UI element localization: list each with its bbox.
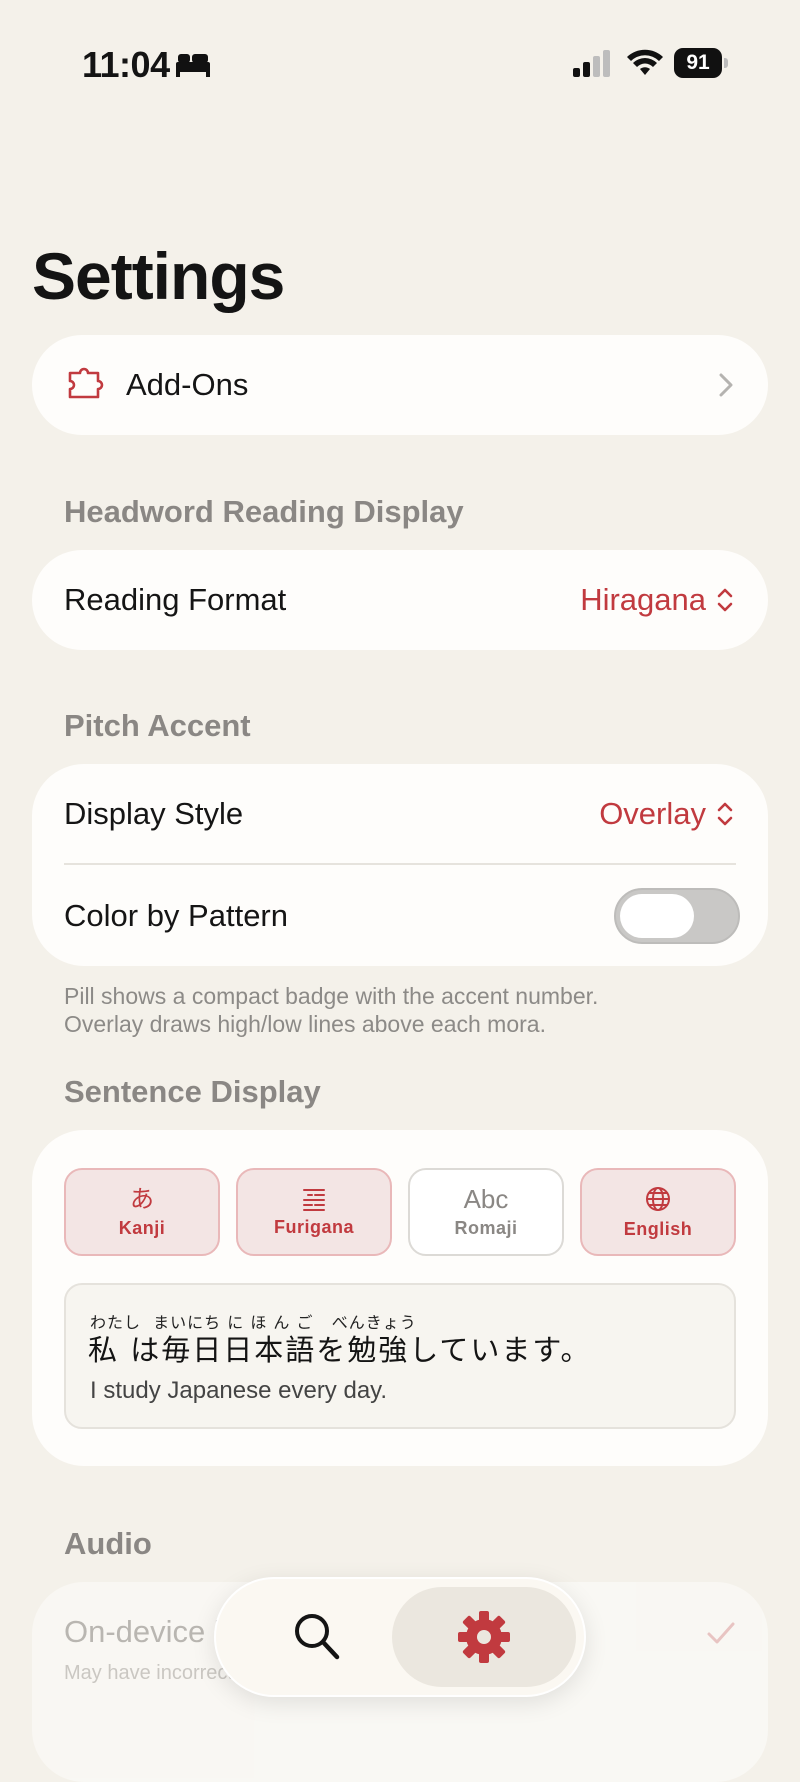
display-style-value: Overlay xyxy=(599,796,706,831)
color-by-pattern-label: Color by Pattern xyxy=(64,898,288,933)
english-toggle[interactable]: English xyxy=(580,1168,736,1256)
chevron-up-down-icon xyxy=(717,588,733,612)
color-by-pattern-toggle[interactable] xyxy=(614,888,740,944)
addons-label: Add-Ons xyxy=(126,367,249,402)
sentence-section-title: Sentence Display xyxy=(64,1074,321,1109)
sentence-preview: わたし まいにち に ほ ん ご べんきょう 私 は毎日日本語を勉強しています。… xyxy=(64,1283,736,1429)
globe-icon xyxy=(646,1186,670,1211)
pitch-footnote-line1: Pill shows a compact badge with the acce… xyxy=(64,983,599,1009)
battery-indicator: 91 xyxy=(674,48,730,78)
battery-level: 91 xyxy=(674,48,722,78)
chevron-up-down-icon xyxy=(717,802,733,826)
abc-icon: Abc xyxy=(463,1183,509,1214)
bed-icon xyxy=(176,54,210,77)
cellular-signal-icon xyxy=(573,50,610,77)
search-icon[interactable] xyxy=(292,1611,342,1663)
reading-format-value: Hiragana xyxy=(580,582,706,617)
wifi-icon xyxy=(627,49,663,75)
audio-option-sub: May have incorrect xyxy=(64,1662,233,1684)
display-style-picker[interactable]: Overlay xyxy=(599,796,734,832)
furigana-lines-icon xyxy=(303,1188,325,1211)
puzzle-icon xyxy=(68,367,104,399)
headword-section-title: Headword Reading Display xyxy=(64,494,464,529)
kanji-toggle[interactable]: あ Kanji xyxy=(64,1168,220,1256)
pitch-footnote-line2: Overlay draws high/low lines above each … xyxy=(64,1011,546,1037)
kanji-label: Kanji xyxy=(118,1217,166,1238)
furigana-toggle[interactable]: Furigana xyxy=(236,1168,392,1256)
divider xyxy=(64,863,736,865)
english-label: English xyxy=(623,1218,693,1239)
tab-bar xyxy=(214,1577,586,1697)
romaji-toggle[interactable]: Abc Romaji xyxy=(408,1168,564,1256)
chevron-right-icon xyxy=(719,373,733,397)
reading-format-picker[interactable]: Hiragana xyxy=(580,582,734,618)
preview-japanese: 私 は毎日日本語を勉強しています。 xyxy=(88,1333,592,1367)
gear-icon[interactable] xyxy=(456,1609,512,1665)
addons-row[interactable]: Add-Ons xyxy=(32,335,768,435)
toggle-knob xyxy=(620,894,694,938)
reading-format-row[interactable]: Reading Format Hiragana xyxy=(32,550,768,650)
page-title: Settings xyxy=(32,239,285,313)
hiragana-a-icon: あ xyxy=(130,1184,154,1213)
checkmark-icon xyxy=(707,1622,735,1644)
pitch-section-title: Pitch Accent xyxy=(64,708,251,743)
pitch-footnote: Pill shows a compact badge with the acce… xyxy=(64,982,744,1038)
preview-english: I study Japanese every day. xyxy=(90,1377,388,1404)
furigana-label: Furigana xyxy=(273,1216,354,1237)
status-time: 11:04 xyxy=(82,44,170,85)
reading-format-label: Reading Format xyxy=(64,582,287,617)
audio-section-title: Audio xyxy=(64,1526,152,1561)
romaji-label: Romaji xyxy=(454,1217,518,1238)
display-style-label: Display Style xyxy=(64,796,244,831)
pitch-accent-card: Display Style Overlay Color by Pattern xyxy=(32,764,768,966)
